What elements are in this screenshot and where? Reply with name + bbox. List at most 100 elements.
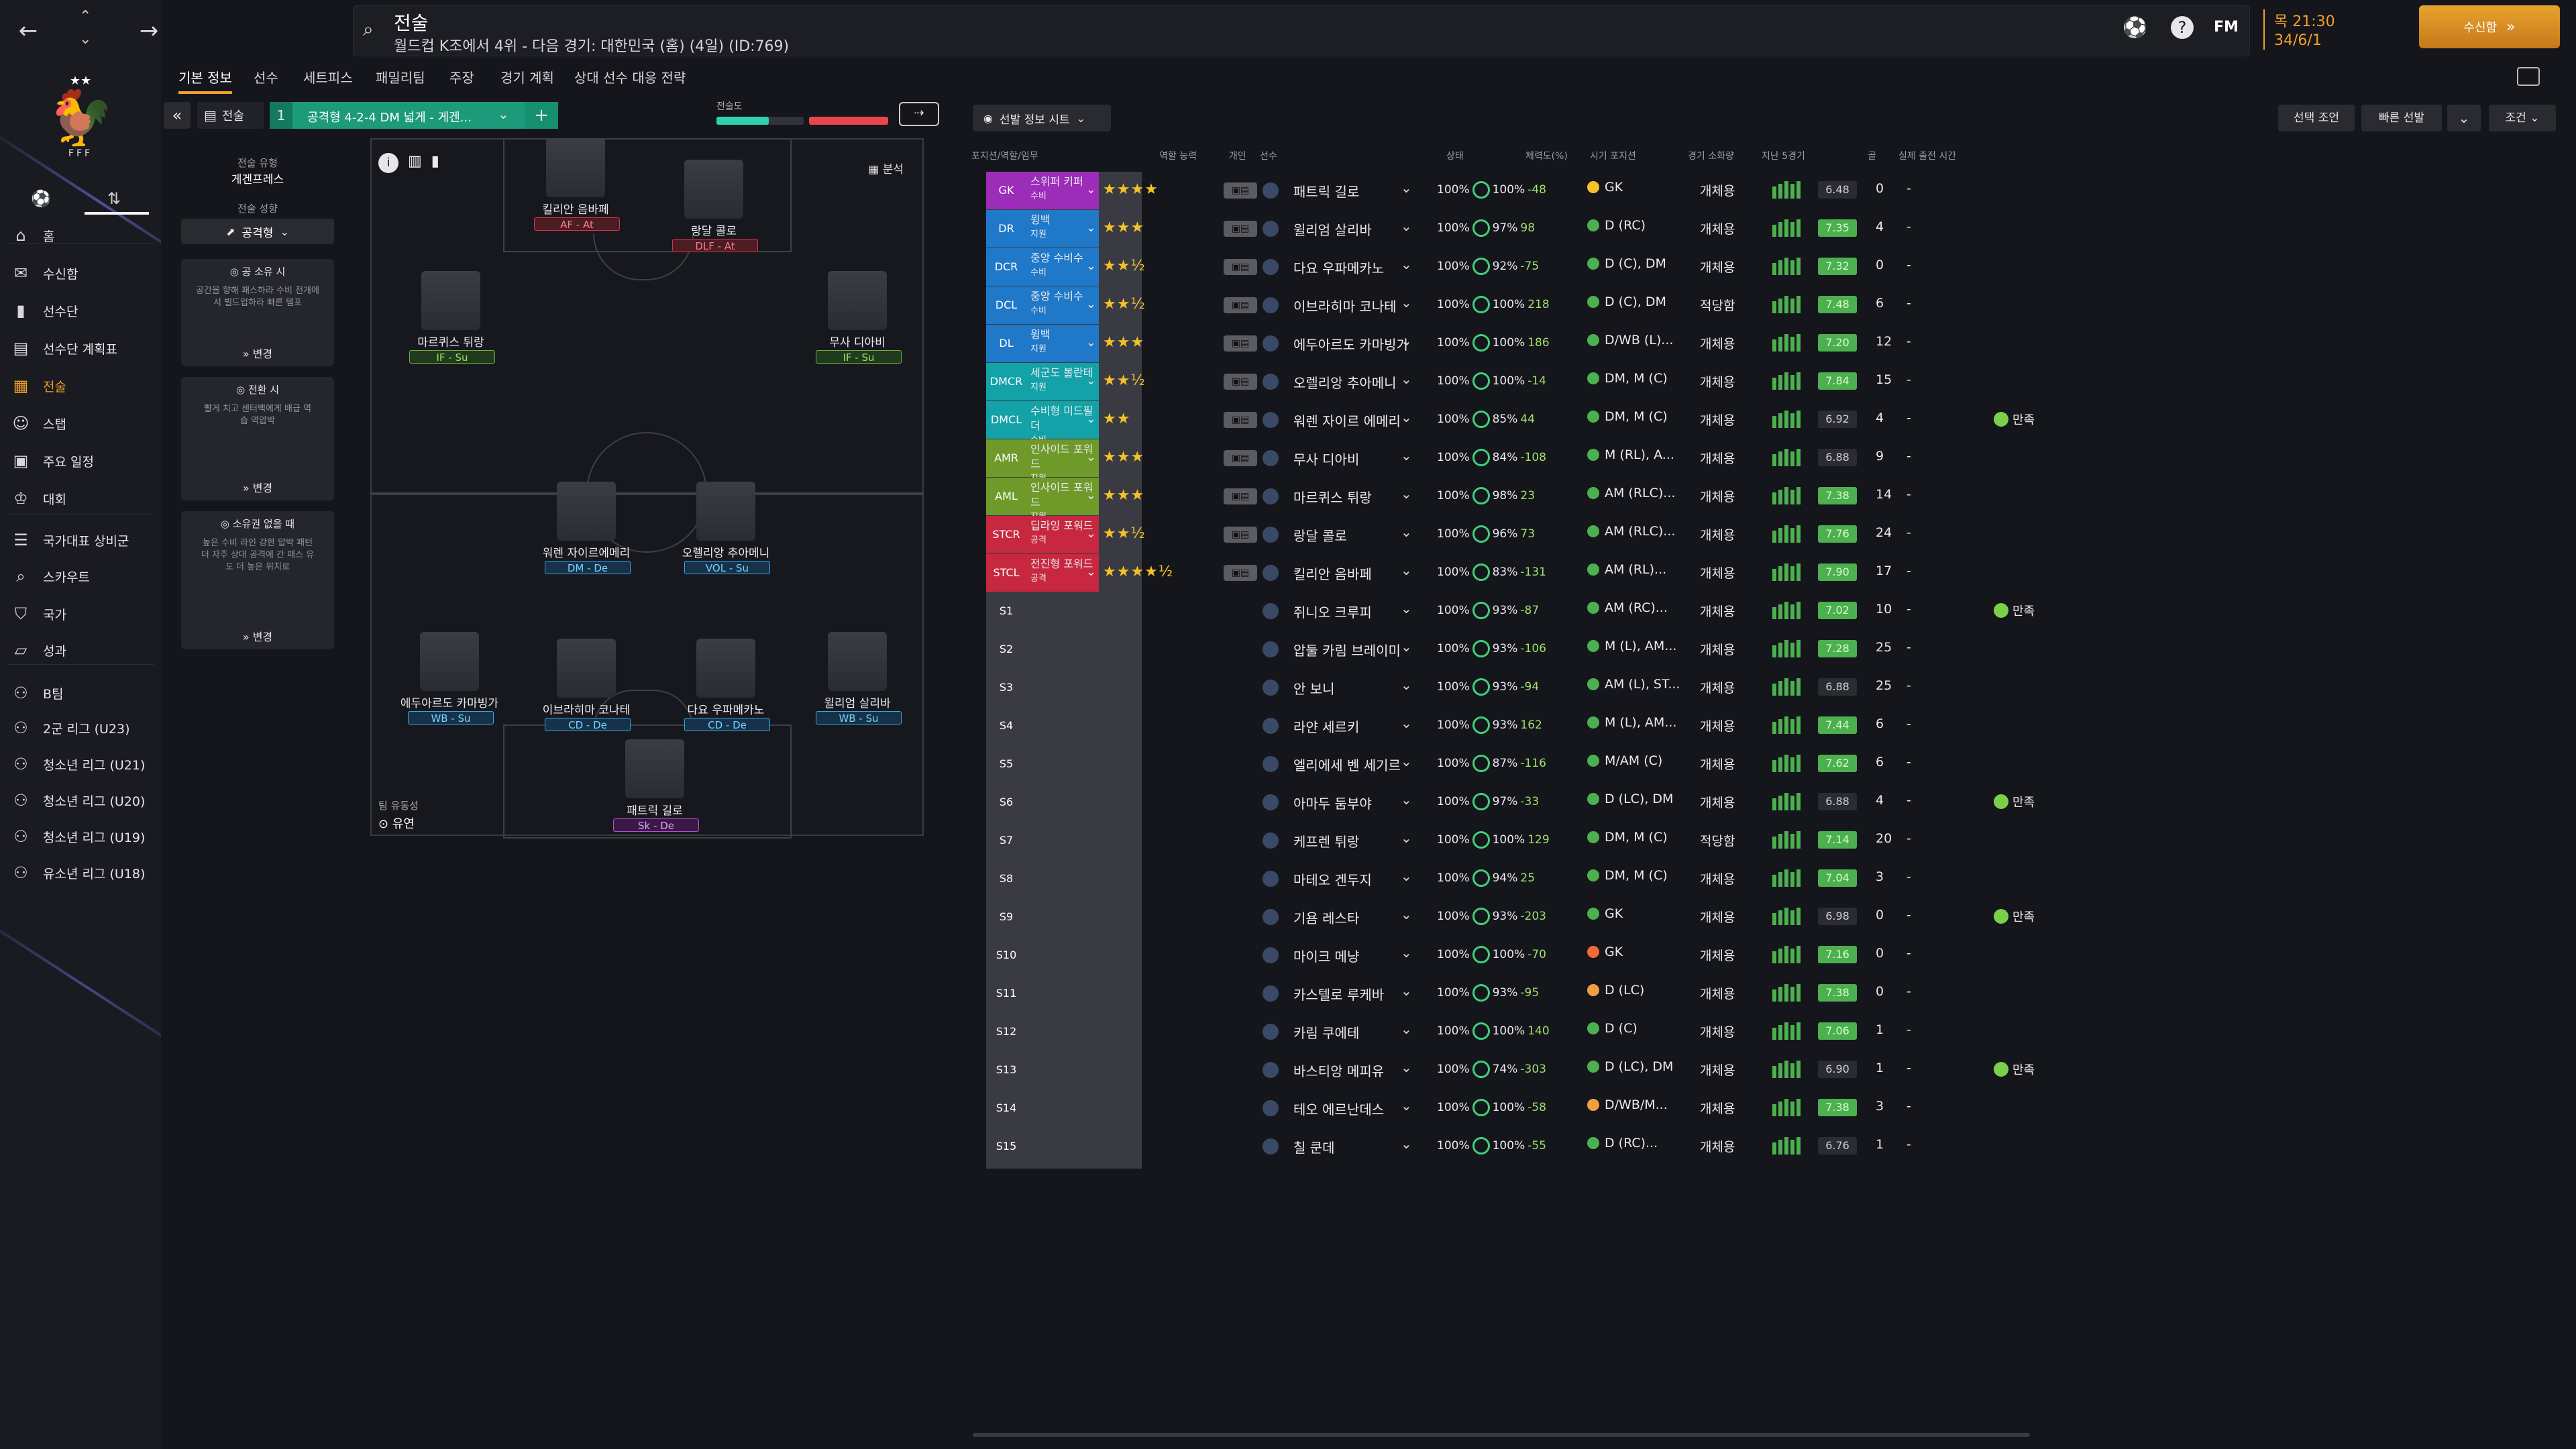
player-name[interactable]: 무사 디아비 xyxy=(1293,449,1359,468)
role-dropdown[interactable]: 딥라잉 포워드 공격 ⌄ xyxy=(1026,516,1099,553)
quick-pick-button[interactable]: 빠른 선발 xyxy=(2361,105,2442,131)
role-dropdown[interactable]: 인사이드 포워드지원⌄ xyxy=(1026,478,1099,522)
position-slot[interactable]: S2 xyxy=(986,631,1026,668)
position-slot[interactable]: S3 xyxy=(986,669,1026,706)
player-name[interactable]: 워렌 자이르 에메리 xyxy=(1293,411,1401,430)
chevron-down-icon[interactable]: ⌄ xyxy=(1401,409,1412,425)
position-slot[interactable]: S10 xyxy=(986,936,1026,974)
col-minutes[interactable]: 실제 출전 시간 xyxy=(1898,149,1956,162)
pitch-player[interactable]: 마르퀴스 튀랑 IF - Su xyxy=(394,271,495,365)
player-control-icon[interactable]: ▣▤ xyxy=(1224,335,1257,352)
table-row[interactable]: S14 테오 에르난데스 ⌄ 100% 100% -58 D/WB/M... 개체용 7.38 3… xyxy=(986,1089,2059,1127)
col-role-ability[interactable]: 역할 능력 xyxy=(1159,149,1197,162)
col-fitness[interactable]: 체력도(%) xyxy=(1525,149,1568,162)
player-control-icon[interactable]: ▣▤ xyxy=(1224,374,1257,390)
position-slot[interactable]: S4 xyxy=(986,707,1026,745)
chevron-down-icon[interactable]: ⌄ xyxy=(1401,906,1412,922)
table-row[interactable]: S8 마테오 겐두지 ⌄ 100% 94% 25 DM, M (C) 개체용 7.04 3 - xyxy=(986,860,2059,898)
chevron-down-icon[interactable]: ⌄ xyxy=(1401,983,1412,999)
chevron-down-icon[interactable]: ⌄ xyxy=(1401,294,1412,311)
pitch-player[interactable]: 랑달 콜로 DLF - At xyxy=(657,160,758,254)
table-row[interactable]: AMR인사이드 포워드지원⌄★★★ ▣▤ 무사 디아비 ⌄ 100% 84%-108 M (… xyxy=(986,439,2059,484)
player-control-icon[interactable]: ▣▤ xyxy=(1224,450,1257,466)
player-role[interactable]: DM - De xyxy=(545,561,631,574)
col-usage[interactable]: 경기 소화량 xyxy=(1688,149,1734,162)
sidebar-item-3[interactable]: ▤ 선수단 계획표 xyxy=(9,333,157,364)
chevron-down-icon[interactable]: ⌄ xyxy=(1401,218,1412,234)
position-slot[interactable]: S9 xyxy=(986,898,1026,936)
chevron-down-icon[interactable]: ⌄ xyxy=(1401,1097,1412,1114)
table-row[interactable]: S5 엘리에세 벤 세기르 ⌄ 100% 87% -116 M/AM (C) 개체용 7.62 6… xyxy=(986,745,2059,783)
forward-arrow-icon[interactable]: → xyxy=(133,15,161,47)
chevron-down-icon[interactable]: ⌄ xyxy=(79,31,91,48)
table-row[interactable]: AML인사이드 포워드지원⌄★★★ ▣▤ 마르퀴스 튀랑 ⌄ 100% 98%23 AM (… xyxy=(986,478,2059,522)
tab-1[interactable]: 선수 xyxy=(254,67,278,94)
analysis-button[interactable]: ▦ 분석 xyxy=(868,160,904,176)
table-row[interactable]: S1 쥐니오 크루피 ⌄ 100% 93% -87 AM (RC)... 개체용 7.02 10 -… xyxy=(986,592,2059,630)
col-position[interactable]: 포지션/역할/임무 xyxy=(971,149,1038,162)
collapse-panel-icon[interactable]: « xyxy=(164,102,191,129)
sidebar-item-4[interactable]: ▦ 전술 xyxy=(9,370,157,401)
club-crest[interactable]: ★★ 🐓 FFF xyxy=(47,74,114,174)
switch-icon[interactable]: ⇅ xyxy=(107,189,121,208)
position-slot[interactable]: S7 xyxy=(986,822,1026,859)
tactic-toggle-icon[interactable]: ⇢ xyxy=(899,102,939,126)
table-row[interactable]: S7 케프렌 튀랑 ⌄ 100% 100% 129 DM, M (C) 적당함 7.14 20- xyxy=(986,822,2059,859)
player-name[interactable]: 이브라히마 코나테 xyxy=(1293,296,1397,315)
player-role[interactable]: AF - At xyxy=(534,217,620,231)
player-role[interactable]: CD - De xyxy=(545,718,631,731)
player-name[interactable]: 마르퀴스 튀랑 xyxy=(1293,487,1372,506)
player-control-icon[interactable]: ▣▤ xyxy=(1224,565,1257,581)
position-slot[interactable]: S12 xyxy=(986,1013,1026,1051)
pitch-player[interactable]: 패트릭 길로 Sk - De xyxy=(598,739,699,833)
col-goals[interactable]: 골 xyxy=(1868,149,1876,162)
search-box[interactable]: ⌕ 전술 월드컵 K조에서 4위 - 다음 경기: 대한민국 (홈) (4일) … xyxy=(353,5,2250,56)
role-dropdown[interactable]: 세군도 볼란테 지원 ⌄ xyxy=(1026,363,1099,400)
player-name[interactable]: 킬리안 음바페 xyxy=(1293,564,1372,583)
position-slot[interactable]: AML xyxy=(986,478,1026,515)
out-possession-change[interactable]: » 변경 xyxy=(181,628,334,644)
sidebar-item-5[interactable]: ☺ 스탭 xyxy=(9,408,157,439)
player-name[interactable]: 패트릭 길로 xyxy=(1293,181,1359,201)
position-slot[interactable]: S15 xyxy=(986,1128,1026,1165)
in-possession-card[interactable]: ◎ 공 소유 시 공간을 향해 패스하라 수비 전개에서 빌드업하라 빠른 템포… xyxy=(181,259,334,366)
col-timing-position[interactable]: 시기 포지션 xyxy=(1590,149,1636,162)
col-condition[interactable]: 상태 xyxy=(1446,149,1464,162)
chevron-down-icon[interactable]: ⌄ xyxy=(1401,562,1412,578)
sheet-selector[interactable]: ◉ 선발 정보 시트 ⌄ xyxy=(973,105,1111,131)
role-dropdown[interactable]: 윙백 지원 ⌄ xyxy=(1026,325,1099,362)
pitch-player[interactable]: 오렐리앙 추아메니 VOL - Su xyxy=(669,482,770,576)
role-dropdown[interactable]: 중앙 수비수 수비 ⌄ xyxy=(1026,286,1099,324)
player-role[interactable]: IF - Su xyxy=(816,350,902,364)
pitch-player[interactable]: 킬리안 음바페 AF - At xyxy=(519,138,620,232)
player-name[interactable]: 칠 쿤데 xyxy=(1293,1137,1335,1157)
player-role[interactable]: WB - Su xyxy=(408,711,494,724)
player-name[interactable]: 에두아르도 카마빙가 xyxy=(1293,334,1409,354)
pitch-player[interactable]: 이브라히마 코나테 CD - De xyxy=(530,639,631,733)
table-row[interactable]: DL 윙백 지원 ⌄ ★★★ ▣▤ 에두아르도 카마빙가 ⌄ 100% 100% 186 D/WB (… xyxy=(986,325,2059,362)
player-control-icon[interactable]: ▣▤ xyxy=(1224,527,1257,543)
table-row[interactable]: S13 바스티앙 메피유 ⌄ 100% 74% -303 D (LC), DM 개체용 6.90… xyxy=(986,1051,2059,1089)
chevron-down-icon[interactable]: ⌄ xyxy=(1401,333,1412,349)
sidebar-item-6[interactable]: ▣ 주요 일정 xyxy=(9,445,157,476)
tactic-dropdown[interactable]: 1 공격형 4-2-4 DM 넓게 - 게겐... ⌄ + xyxy=(270,102,558,129)
sidebar-item-14[interactable]: ⚇ 청소년 리그 (U21) xyxy=(9,749,157,780)
table-row[interactable]: S3 안 보니 ⌄ 100% 93% -94 AM (L), ST... 개체용 6.88 25- xyxy=(986,669,2059,706)
in-possession-change[interactable]: » 변경 xyxy=(181,345,334,361)
chevron-up-icon[interactable]: ⌃ xyxy=(79,8,91,25)
tab-6[interactable]: 상대 선수 대응 전략 xyxy=(574,67,686,94)
player-name[interactable]: 마이크 메냥 xyxy=(1293,946,1359,965)
chevron-down-icon[interactable]: ⌄ xyxy=(1401,1059,1412,1075)
sidebar-item-7[interactable]: ♔ 대회 xyxy=(9,483,157,514)
chevron-down-icon[interactable]: ⌄ xyxy=(1401,447,1412,464)
position-slot[interactable]: AMR xyxy=(986,439,1026,477)
pitch-player[interactable]: 무사 디아비 IF - Su xyxy=(801,271,902,365)
table-row[interactable]: S4 라얀 세르키 ⌄ 100% 93% 162 M (L), AM... 개체용 7.44 6 - xyxy=(986,707,2059,745)
fm-logo[interactable]: FM xyxy=(2214,19,2239,36)
tactic-menu[interactable]: ▤ 전술 xyxy=(197,102,264,129)
table-row[interactable]: S6 아마두 둠부야 ⌄ 100% 97% -33 D (LC), DM 개체용 6.88 4 - 만… xyxy=(986,784,2059,821)
player-name[interactable]: 쥐니오 크루피 xyxy=(1293,602,1372,621)
chevron-down-icon[interactable]: ⌄ xyxy=(1401,1021,1412,1037)
chevron-down-icon[interactable]: ⌄ xyxy=(1401,524,1412,540)
table-row[interactable]: DCL 중앙 수비수 수비 ⌄ ★★½ ▣▤ 이브라히마 코나테 ⌄ 100% 100% 218 D … xyxy=(986,286,2059,324)
